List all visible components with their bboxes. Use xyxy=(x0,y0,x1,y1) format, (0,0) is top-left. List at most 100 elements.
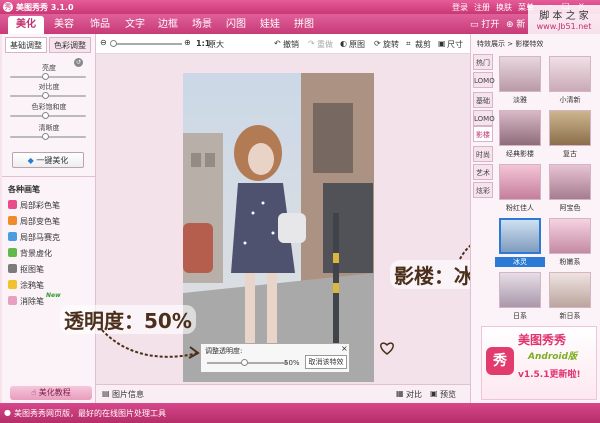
crop-button[interactable]: 裁剪 xyxy=(415,39,431,50)
effect-thumb[interactable] xyxy=(499,164,541,200)
cutout-icon xyxy=(8,264,17,273)
effect-thumb[interactable] xyxy=(499,56,541,92)
skin-link[interactable]: 换肤 xyxy=(496,2,512,13)
effect-thumb[interactable] xyxy=(549,164,591,200)
preview-icon[interactable]: ▣ xyxy=(430,389,438,398)
pen-graffiti[interactable]: 涂鸦笔 xyxy=(8,280,44,292)
pen-local-recolor[interactable]: 局部变色笔 xyxy=(8,216,60,228)
zoom-out-icon[interactable]: ⊖ xyxy=(100,38,107,47)
effect-label: 粉红佳人 xyxy=(506,204,534,212)
open-button[interactable]: ▭ 打开 xyxy=(470,17,499,30)
rotate-button[interactable]: 旋转 xyxy=(383,39,399,50)
effect-label: 新日系 xyxy=(559,312,581,320)
effects-breadcrumb: 特效展示 > 影楼特效 xyxy=(477,40,544,48)
redo-button[interactable]: 重做 xyxy=(317,39,333,50)
zoom-in-icon[interactable]: ⊕ xyxy=(184,38,191,47)
original-button[interactable]: 原图 xyxy=(349,39,365,50)
watermark-site: 脚 本 之 家 xyxy=(539,11,589,22)
pen-eraser[interactable]: 消除笔 xyxy=(8,296,44,308)
effect-thumb[interactable] xyxy=(499,272,541,308)
one-click-beautify-button[interactable]: ◆ 一键美化 xyxy=(12,152,84,168)
tutorial-button[interactable]: ☝ 美化教程 xyxy=(10,386,92,400)
vtab-hot[interactable]: 热门 xyxy=(473,54,493,70)
original-size-button[interactable]: 原大 xyxy=(208,39,224,50)
effect-thumb-selected[interactable] xyxy=(499,218,541,254)
vtab-fashion[interactable]: 时尚 xyxy=(473,146,493,162)
tab-beautify[interactable]: 美化 xyxy=(8,16,44,34)
register-link[interactable]: 注册 xyxy=(474,2,490,13)
subtab-basic[interactable]: 基础调整 xyxy=(5,37,47,53)
login-link[interactable]: 登录 xyxy=(452,2,468,13)
tab-scene[interactable]: 场景 xyxy=(184,16,220,34)
tab-doll[interactable]: 娃娃 xyxy=(252,16,288,34)
sharpness-knob[interactable] xyxy=(42,133,49,140)
preview-button[interactable]: 预览 xyxy=(440,389,456,400)
new-button[interactable]: ⊕ 新 xyxy=(506,17,525,30)
pen-label: 局部彩色笔 xyxy=(20,201,60,210)
contrast-label: 对比度 xyxy=(38,83,60,91)
tab-text[interactable]: 文字 xyxy=(117,16,153,34)
zoom-slider[interactable] xyxy=(112,43,182,45)
app-logo-icon: 秀 xyxy=(3,2,13,12)
status-text[interactable]: 美图秀秀网页版，最好的在线图片处理工具 xyxy=(14,408,166,419)
image-info-button[interactable]: 图片信息 xyxy=(112,389,144,400)
effect-thumb[interactable] xyxy=(549,110,591,146)
pen-label: 局部马赛克 xyxy=(20,233,60,242)
tab-beauty[interactable]: 美容 xyxy=(46,16,82,34)
effect-thumb[interactable] xyxy=(549,272,591,308)
dialog-close-icon[interactable]: × xyxy=(341,344,348,353)
brightness-knob[interactable] xyxy=(42,73,49,80)
vtab-art[interactable]: 艺术 xyxy=(473,164,493,180)
effect-label: 日系 xyxy=(513,312,527,320)
contrast-knob[interactable] xyxy=(42,92,49,99)
title-bar: 秀 美图秀秀 3.1.0 登录 注册 换肤 菜单 – □ × xyxy=(0,0,600,14)
app-title: 美图秀秀 3.1.0 xyxy=(16,3,74,12)
opacity-knob[interactable] xyxy=(241,359,248,366)
tab-collage[interactable]: 拼图 xyxy=(286,16,322,34)
resize-icon[interactable]: ▣ xyxy=(438,39,446,48)
pen-local-color[interactable]: 局部彩色笔 xyxy=(8,200,60,212)
crop-icon[interactable]: ⌗ xyxy=(406,39,411,49)
vtab-basic[interactable]: 基础 xyxy=(473,92,493,108)
resize-button[interactable]: 尺寸 xyxy=(447,39,463,50)
vtab-lomo-2[interactable]: LOMO xyxy=(473,110,495,126)
ad-version: v1.5.1更新啦! xyxy=(518,370,581,380)
cancel-effect-button[interactable]: 取消该特效 xyxy=(305,355,347,369)
subtab-color[interactable]: 色彩调整 xyxy=(49,37,91,53)
edited-photo[interactable] xyxy=(183,73,374,382)
effect-thumb[interactable] xyxy=(549,218,591,254)
android-ad-banner[interactable]: 秀 美图秀秀 Android版 v1.5.1更新啦! xyxy=(481,326,597,400)
zoom-knob[interactable] xyxy=(110,40,117,47)
compare-icon[interactable]: ▦ xyxy=(396,389,404,398)
folder-icon: ▭ xyxy=(470,20,479,30)
watermark: 脚 本 之 家 www.Jb51.net xyxy=(528,5,600,35)
pen-label: 消除笔 xyxy=(20,297,44,306)
original-icon[interactable]: ◐ xyxy=(340,39,347,48)
main-tab-bar: 美化 美容 饰品 文字 边框 场景 闪图 娃娃 拼图 ▭ 打开 ⊕ 新 xyxy=(0,14,600,34)
effect-thumb[interactable] xyxy=(549,56,591,92)
rotate-icon[interactable]: ⟳ xyxy=(374,39,381,48)
pen-background-blur[interactable]: 背景虚化 xyxy=(8,248,52,260)
compare-button[interactable]: 对比 xyxy=(406,389,422,400)
eraser-icon xyxy=(8,296,17,305)
saturation-knob[interactable] xyxy=(42,112,49,119)
plus-icon: ⊕ xyxy=(506,20,514,30)
effect-label: 复古 xyxy=(563,150,577,158)
ad-title: 美图秀秀 xyxy=(518,333,567,347)
vtab-lomo[interactable]: LOMO xyxy=(473,72,495,88)
effect-label: 小清新 xyxy=(559,96,581,104)
tab-frame[interactable]: 边框 xyxy=(150,16,186,34)
dialog-title: 调整透明度: xyxy=(205,347,243,355)
pen-cutout[interactable]: 抠图笔 xyxy=(8,264,44,276)
undo-icon[interactable]: ↶ xyxy=(274,39,281,48)
vtab-colorful[interactable]: 炫彩 xyxy=(473,182,493,198)
redo-icon[interactable]: ↷ xyxy=(308,39,315,48)
pen-mosaic[interactable]: 局部马赛克 xyxy=(8,232,60,244)
opacity-dialog: 调整透明度: × 50% 取消该特效 xyxy=(200,343,350,373)
undo-button[interactable]: 撤销 xyxy=(283,39,299,50)
tab-flash[interactable]: 闪图 xyxy=(218,16,254,34)
effect-thumb[interactable] xyxy=(499,110,541,146)
vtab-studio[interactable]: 影楼 xyxy=(473,126,493,142)
image-info-icon[interactable]: ▤ xyxy=(102,389,110,398)
tab-accessory[interactable]: 饰品 xyxy=(82,16,118,34)
